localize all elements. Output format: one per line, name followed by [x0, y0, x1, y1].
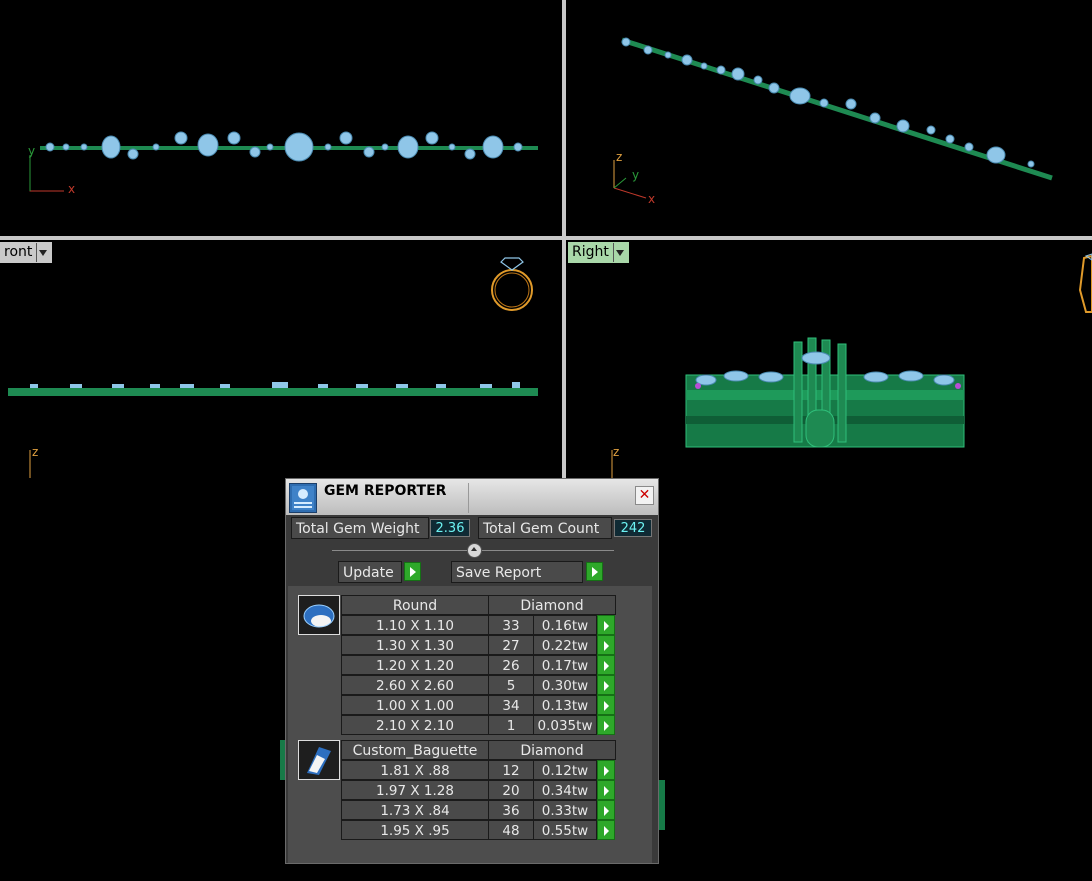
gem-size: 1.73 X .84 [341, 800, 489, 820]
viewport-top[interactable]: y x [0, 0, 562, 236]
gem-list-panel[interactable]: Round Diamond 1.10 X 1.10 33 0.16tw 1.30… [288, 586, 652, 863]
ring-preview-icon [491, 257, 533, 311]
front-view-model [8, 257, 538, 478]
row-play-icon[interactable] [597, 715, 615, 735]
update-play-icon[interactable] [404, 562, 421, 581]
collapse-toggle-icon[interactable] [467, 543, 482, 558]
total-gem-count-label: Total Gem Count [478, 517, 612, 539]
viewport-perspective[interactable]: z y x [566, 0, 1092, 236]
gem-count: 1 [488, 715, 534, 735]
gem-size: 1.10 X 1.10 [341, 615, 489, 635]
row-play-icon[interactable] [597, 635, 615, 655]
gem-weight: 0.34tw [533, 780, 597, 800]
row-play-icon[interactable] [597, 655, 615, 675]
baguette-gem-icon [298, 740, 340, 780]
viewport-front-title: ront [4, 244, 33, 260]
gem-weight: 0.17tw [533, 655, 597, 675]
top-view-model [29, 131, 538, 192]
viewport-right[interactable]: Right z [566, 240, 1092, 478]
axis-x-label: x [68, 182, 76, 196]
gem-weight: 0.33tw [533, 800, 597, 820]
dialog-title-bar[interactable]: GEM REPORTER ✕ [286, 479, 658, 515]
row-play-icon[interactable] [597, 675, 615, 695]
gem-size: 2.60 X 2.60 [341, 675, 489, 695]
gem-count: 34 [488, 695, 534, 715]
gem-size: 1.95 X .95 [341, 820, 489, 840]
viewport-front-label[interactable]: ront [0, 242, 53, 263]
round-gem-icon [298, 595, 340, 635]
gem-count: 20 [488, 780, 534, 800]
dialog-title: GEM REPORTER [324, 483, 447, 499]
gem-weight: 0.22tw [533, 635, 597, 655]
gem-size: 2.10 X 2.10 [341, 715, 489, 735]
gem-size: 1.20 X 1.20 [341, 655, 489, 675]
axis-y-label: y [28, 144, 36, 158]
total-gem-weight-label: Total Gem Weight [291, 517, 429, 539]
right-view-model [611, 253, 1092, 478]
gem-count: 12 [488, 760, 534, 780]
chevron-down-icon[interactable] [36, 243, 48, 262]
save-report-play-icon[interactable] [586, 562, 603, 581]
ring-preview-icon [1078, 253, 1092, 313]
row-play-icon[interactable] [597, 820, 615, 840]
viewport-front[interactable]: ront z x [0, 240, 562, 478]
gem-reporter-dialog[interactable]: GEM REPORTER ✕ Total Gem Weight 2.36 Tot… [285, 478, 659, 864]
model-fragment-right [659, 780, 665, 830]
total-gem-count-value: 242 [614, 519, 652, 537]
axis-y-label: y [632, 168, 640, 182]
group-material-header: Diamond [488, 595, 616, 615]
group-shape-header: Custom_Baguette [341, 740, 489, 760]
row-play-icon[interactable] [597, 780, 615, 800]
gem-count: 5 [488, 675, 534, 695]
gem-weight: 0.13tw [533, 695, 597, 715]
gem-size: 1.81 X .88 [341, 760, 489, 780]
row-play-icon[interactable] [597, 615, 615, 635]
row-play-icon[interactable] [597, 695, 615, 715]
save-report-button[interactable]: Save Report [451, 561, 583, 583]
viewport-right-label[interactable]: Right [568, 242, 629, 263]
axis-z-label: z [613, 445, 620, 459]
total-gem-weight-value: 2.36 [430, 519, 470, 537]
close-icon[interactable]: ✕ [635, 486, 654, 505]
gem-weight: 0.30tw [533, 675, 597, 695]
gem-count: 33 [488, 615, 534, 635]
row-play-icon[interactable] [597, 800, 615, 820]
axis-z-label: z [616, 150, 623, 164]
gem-count: 36 [488, 800, 534, 820]
axis-z-label: z [32, 445, 39, 459]
axis-x-label: x [648, 192, 656, 206]
group-material-header: Diamond [488, 740, 616, 760]
gem-weight: 0.55tw [533, 820, 597, 840]
update-button[interactable]: Update [338, 561, 402, 583]
perspective-view-model [613, 37, 1053, 199]
gem-reporter-logo-icon [289, 483, 317, 513]
gem-size: 1.97 X 1.28 [341, 780, 489, 800]
row-play-icon[interactable] [597, 760, 615, 780]
gem-count: 48 [488, 820, 534, 840]
chevron-down-icon[interactable] [612, 243, 625, 262]
gem-weight: 0.035tw [533, 715, 597, 735]
gem-size: 1.30 X 1.30 [341, 635, 489, 655]
group-shape-header: Round [341, 595, 489, 615]
gem-count: 27 [488, 635, 534, 655]
gem-weight: 0.12tw [533, 760, 597, 780]
title-divider [468, 483, 469, 513]
gem-count: 26 [488, 655, 534, 675]
gem-size: 1.00 X 1.00 [341, 695, 489, 715]
gem-weight: 0.16tw [533, 615, 597, 635]
viewport-right-title: Right [572, 244, 609, 260]
